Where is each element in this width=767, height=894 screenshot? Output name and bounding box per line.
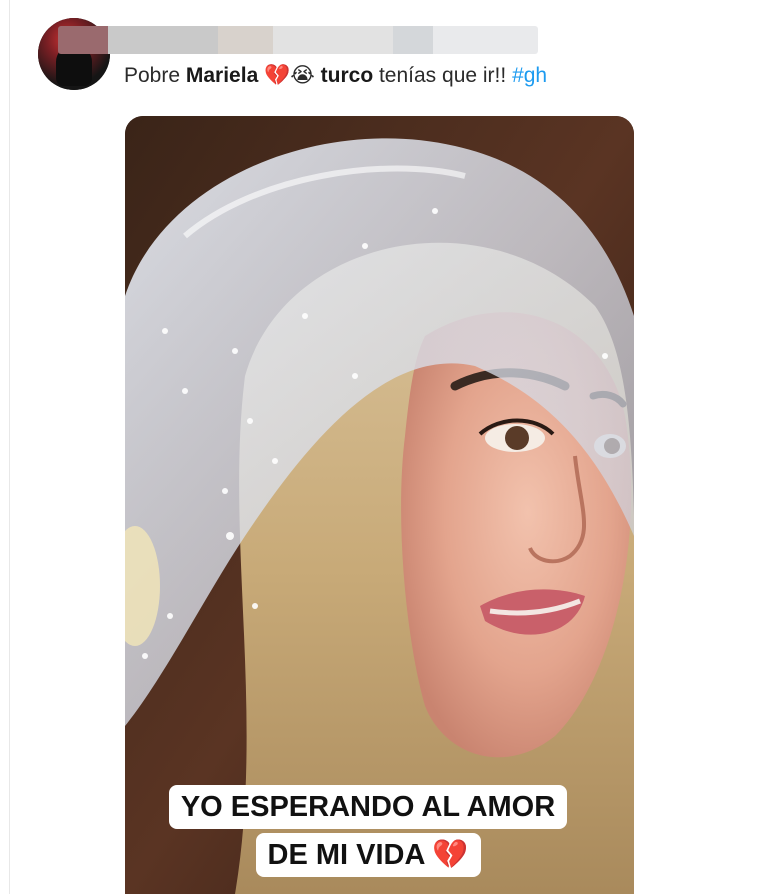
- tweet-text: Pobre Mariela 💔😭 turco tenías que ir!! #…: [124, 62, 547, 90]
- caption-line-2-text: DE MI VIDA: [267, 839, 425, 871]
- tweet-media-image[interactable]: [125, 116, 634, 894]
- author-name-redacted: [58, 26, 538, 54]
- broken-heart-emoji: 💔: [264, 64, 291, 87]
- tweet-bold-mariela: Mariela: [185, 64, 259, 87]
- hashtag-link[interactable]: #gh: [512, 64, 547, 87]
- tweet-text-prefix: Pobre: [124, 64, 186, 87]
- tweet-text-middle: tenías que ir!!: [373, 64, 513, 87]
- timeline-divider: [9, 0, 10, 894]
- bride-photo: [125, 116, 634, 894]
- caption-line-1: YO ESPERANDO AL AMOR: [168, 785, 568, 829]
- caption-line-2: DE MI VIDA 💔: [255, 833, 481, 877]
- tweet-bold-turco: turco: [320, 64, 374, 87]
- video-caption: YO ESPERANDO AL AMOR DE MI VIDA 💔: [153, 785, 583, 877]
- broken-heart-emoji: 💔: [432, 839, 469, 871]
- crying-face-emoji: 😭: [290, 64, 315, 87]
